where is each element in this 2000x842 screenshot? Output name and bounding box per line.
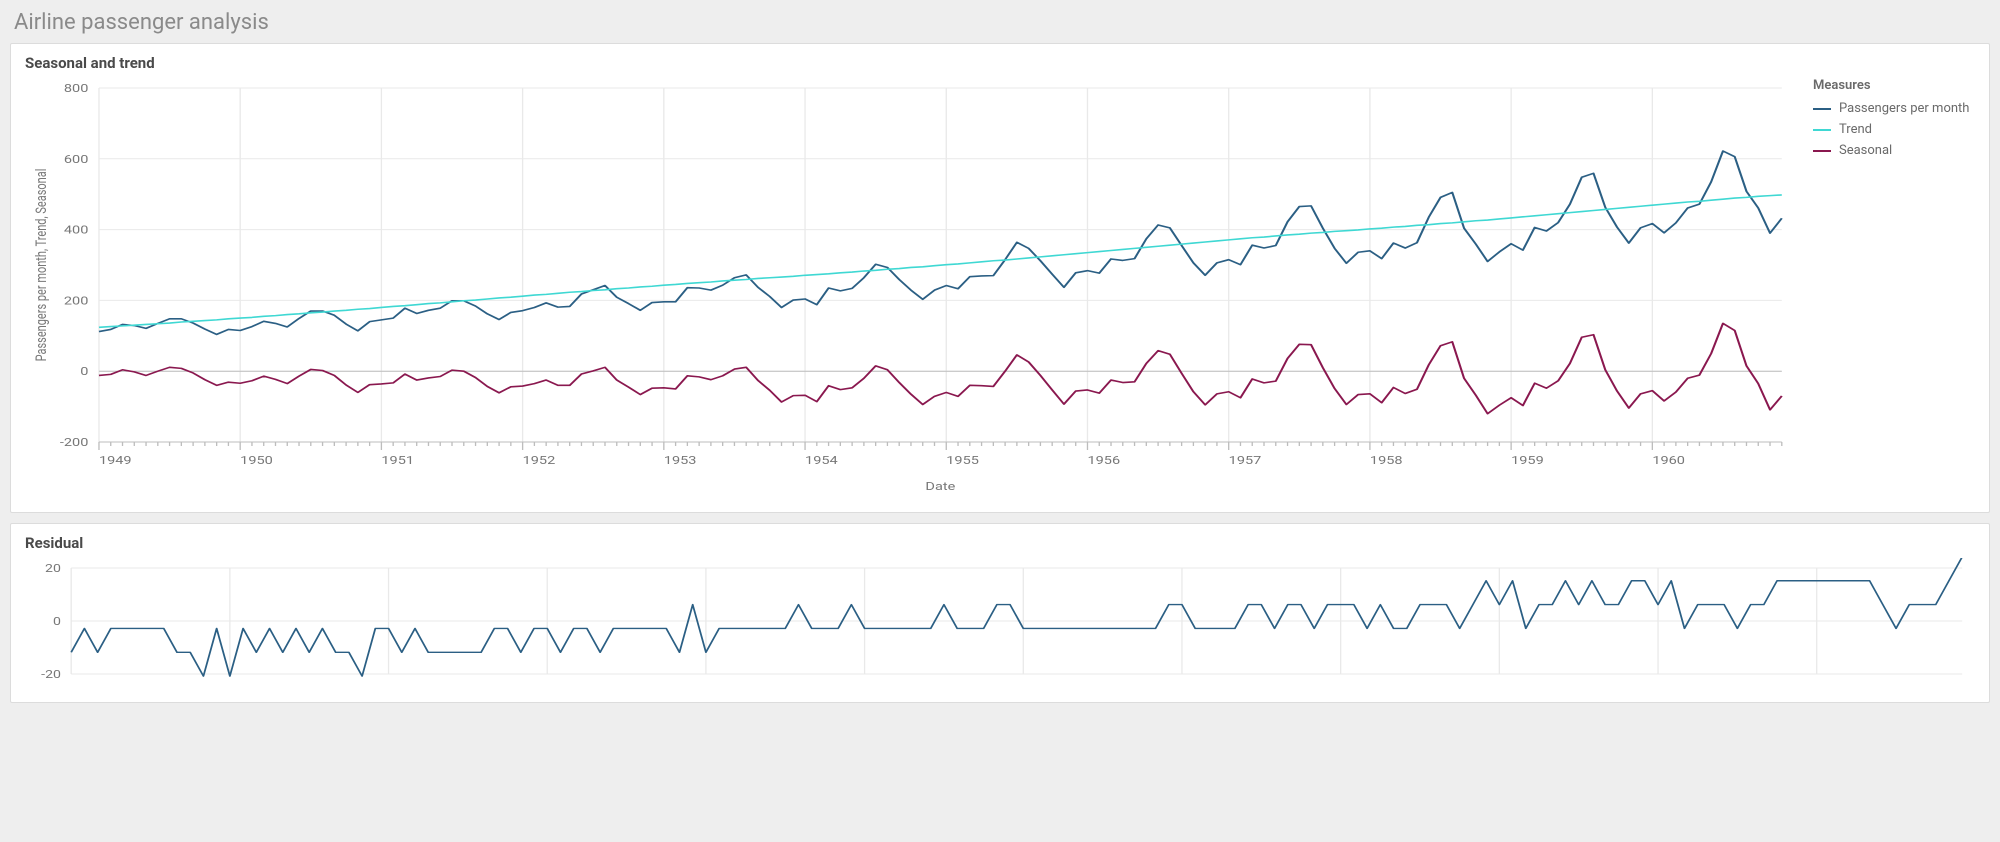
legend-label: Seasonal: [1839, 143, 1892, 158]
svg-text:-20: -20: [41, 668, 61, 681]
svg-text:800: 800: [64, 83, 88, 96]
legend-swatch: [1813, 129, 1831, 131]
legend-item[interactable]: Trend: [1813, 122, 1975, 137]
svg-text:1955: 1955: [946, 455, 979, 468]
page-title: Airline passenger analysis: [0, 0, 2000, 43]
chart1-plot[interactable]: -200 0 200 400 600 800 1949 1950 1951 1952 1953 195…: [25, 78, 1795, 498]
svg-text:1954: 1954: [805, 455, 838, 468]
legend-label: Trend: [1839, 122, 1872, 137]
svg-text:1950: 1950: [240, 455, 273, 468]
svg-text:1957: 1957: [1229, 455, 1262, 468]
chart2-plot[interactable]: -20 0 20: [25, 558, 1975, 688]
series-line: [99, 323, 1782, 413]
chart1-legend: Measures Passengers per month Trend Season…: [1795, 78, 1975, 502]
svg-text:1949: 1949: [99, 455, 132, 468]
legend-item[interactable]: Passengers per month: [1813, 101, 1975, 116]
svg-text:1960: 1960: [1652, 455, 1685, 468]
svg-text:Passengers per month, Trend, S: Passengers per month, Trend, Seasonal: [34, 169, 51, 362]
svg-text:0: 0: [53, 615, 61, 628]
svg-text:600: 600: [64, 153, 88, 166]
panel-residual: Residual -20 0 20: [10, 523, 1990, 703]
svg-text:200: 200: [64, 295, 88, 308]
legend-title: Measures: [1813, 78, 1975, 93]
series-line: [99, 151, 1782, 334]
svg-text:Date: Date: [925, 481, 955, 494]
svg-text:400: 400: [64, 224, 88, 237]
series-line: [99, 195, 1782, 327]
svg-text:1959: 1959: [1511, 455, 1544, 468]
svg-text:0: 0: [80, 366, 88, 379]
legend-label: Passengers per month: [1839, 101, 1969, 116]
svg-text:20: 20: [45, 562, 61, 575]
series-line: [71, 558, 1962, 676]
svg-text:-200: -200: [60, 437, 89, 450]
svg-text:1958: 1958: [1370, 455, 1403, 468]
svg-text:1956: 1956: [1087, 455, 1120, 468]
svg-text:1953: 1953: [664, 455, 697, 468]
svg-text:1952: 1952: [523, 455, 556, 468]
panel-seasonal-trend: Seasonal and trend -200 0 200 400 600 800 1949…: [10, 43, 1990, 513]
chart2-title: Residual: [25, 534, 1975, 552]
svg-text:1951: 1951: [381, 455, 414, 468]
legend-swatch: [1813, 150, 1831, 152]
legend-swatch: [1813, 108, 1831, 110]
legend-item[interactable]: Seasonal: [1813, 143, 1975, 158]
chart1-title: Seasonal and trend: [25, 54, 1975, 72]
